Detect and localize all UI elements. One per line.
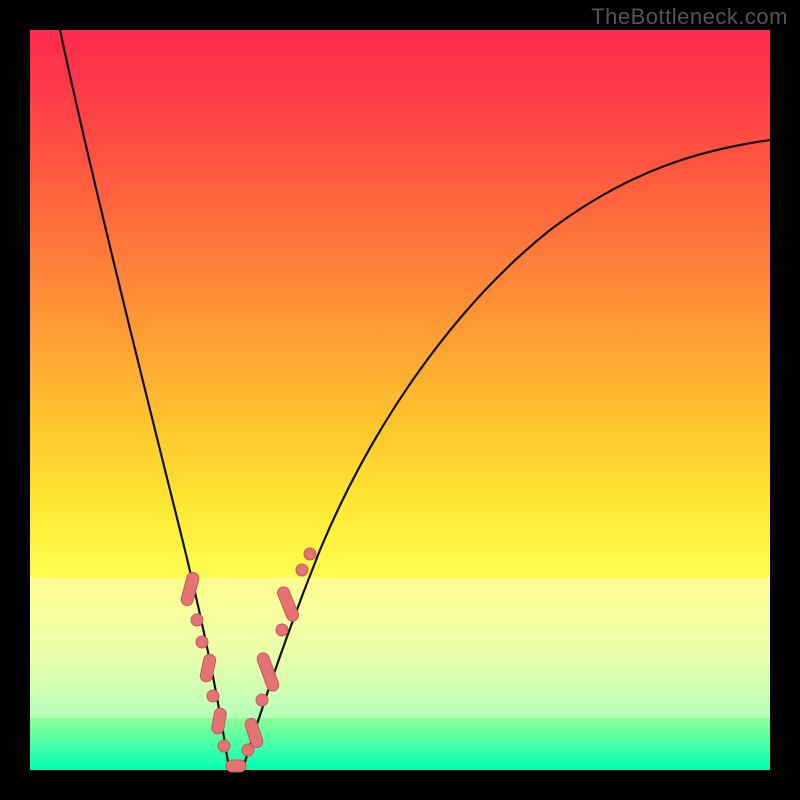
curve-right-branch	[243, 140, 770, 768]
plot-area	[30, 30, 770, 770]
marker-left	[218, 740, 230, 752]
curve-left-branch	[60, 30, 229, 768]
marker-right-cluster-mid	[256, 651, 281, 693]
marker-right-top	[304, 548, 316, 560]
marker-right-cluster-upper	[276, 585, 301, 623]
marker-right	[276, 624, 288, 636]
marker-left	[196, 636, 208, 648]
marker-right	[296, 564, 308, 576]
marker-left	[207, 690, 219, 702]
marker-valley-floor	[226, 760, 246, 772]
marker-right	[256, 694, 268, 706]
curve-layer	[30, 30, 770, 770]
marker-left-cluster-low	[211, 707, 227, 735]
chart-frame: TheBottleneck.com	[0, 0, 800, 800]
watermark-text: TheBottleneck.com	[591, 4, 788, 30]
marker-left	[191, 614, 203, 626]
